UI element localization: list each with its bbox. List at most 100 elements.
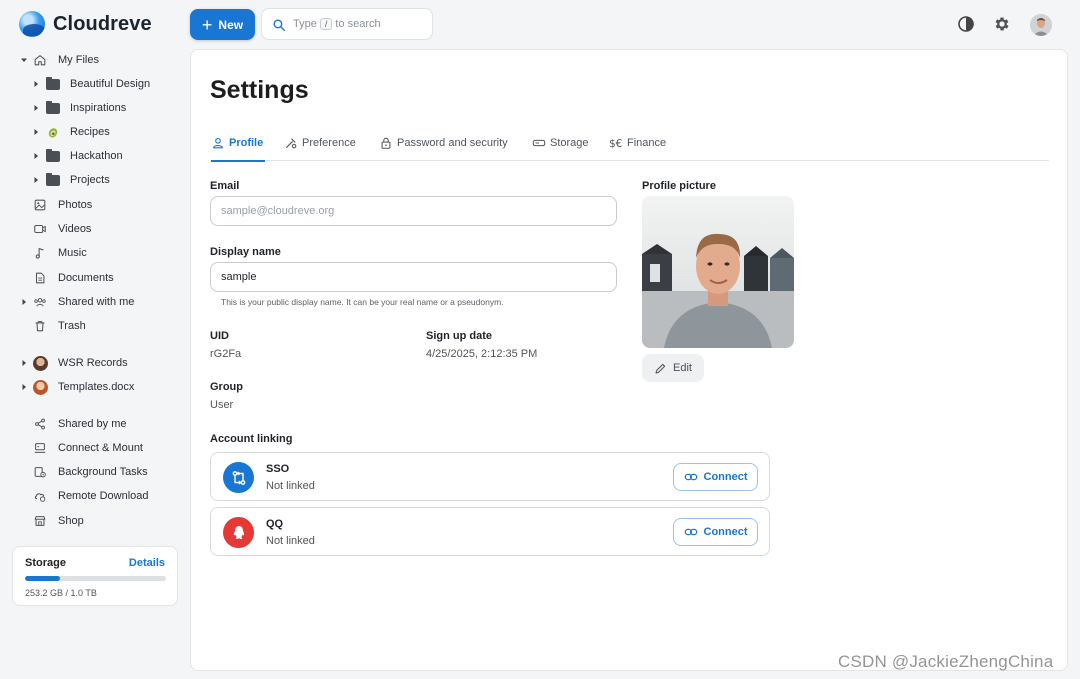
folder-icon <box>46 149 60 162</box>
settings-tabs: Profile Preference Password and security… <box>210 135 1049 162</box>
storage-title: Storage <box>25 557 66 569</box>
theme-toggle-icon[interactable] <box>957 15 975 33</box>
account-name: SSO <box>266 463 290 475</box>
chevron-right-icon[interactable] <box>31 127 41 137</box>
image-icon <box>34 199 46 211</box>
connect-icon <box>34 443 46 453</box>
sidebar-item-shared-with-me[interactable]: Shared with me <box>0 290 190 314</box>
pencil-icon <box>655 363 666 373</box>
user-avatar[interactable] <box>1030 14 1052 36</box>
sidebar-item-videos[interactable]: Videos <box>0 217 190 241</box>
linked-account-qq: QQ Not linked Connect <box>210 507 770 556</box>
signup-date-label: Sign up date <box>426 330 492 342</box>
uid-label: UID <box>210 330 229 342</box>
sidebar-item-label: Projects <box>70 174 110 186</box>
sidebar-item-label: Documents <box>58 272 114 284</box>
shop-icon <box>34 516 46 526</box>
tab-label: Password and security <box>397 137 508 149</box>
sidebar-item-trash[interactable]: Trash <box>0 314 190 338</box>
watermark: CSDN @JackieZhengChina <box>838 652 1054 671</box>
new-button[interactable]: + New <box>190 9 255 40</box>
sidebar-item-label: Inspirations <box>70 102 127 114</box>
sidebar-item-recipes[interactable]: Recipes <box>0 120 190 144</box>
account-status: Not linked <box>266 480 315 492</box>
chevron-down-icon[interactable] <box>19 55 29 65</box>
display-name-field[interactable] <box>210 262 617 292</box>
sidebar-item-label: Shared with me <box>58 296 135 308</box>
email-field[interactable] <box>210 196 617 226</box>
sidebar-item-label: Remote Download <box>58 490 149 502</box>
home-icon <box>34 55 46 66</box>
signup-date-value: 4/25/2025, 2:12:35 PM <box>426 348 538 360</box>
tab-storage[interactable]: Storage <box>532 137 589 161</box>
sidebar-item-wsr-records[interactable]: WSR Records <box>0 351 190 375</box>
sidebar-item-shop[interactable]: Shop <box>0 509 190 533</box>
music-icon <box>35 247 44 259</box>
gear-icon[interactable] <box>993 15 1011 33</box>
search-icon <box>273 19 285 31</box>
link-icon <box>684 473 697 481</box>
profile-photo-image <box>642 196 794 348</box>
sidebar-item-hackathon[interactable]: Hackathon <box>0 144 190 168</box>
page-title: Settings <box>210 76 309 104</box>
user-avatar-image <box>1030 14 1052 36</box>
sidebar-item-documents[interactable]: Documents <box>0 266 190 290</box>
storage-details-link[interactable]: Details <box>129 557 165 569</box>
chevron-right-icon[interactable] <box>31 175 41 185</box>
sidebar-item-shared-by-me[interactable]: Shared by me <box>0 412 190 436</box>
group-label: Group <box>210 381 243 393</box>
tasks-icon <box>34 467 46 478</box>
sidebar-item-remote-download[interactable]: Remote Download <box>0 484 190 508</box>
sidebar-item-label: My Files <box>58 54 99 66</box>
lock-icon <box>381 137 391 149</box>
edit-profile-picture-button[interactable]: Edit <box>642 354 704 382</box>
storage-progress-bar <box>25 576 166 581</box>
chevron-right-icon[interactable] <box>19 358 29 368</box>
tab-password-security[interactable]: Password and security <box>379 137 508 161</box>
tab-finance[interactable]: $€ Finance <box>609 137 666 161</box>
person-icon <box>213 137 223 149</box>
sidebar-item-background-tasks[interactable]: Background Tasks <box>0 460 190 484</box>
linked-account-sso: SSO Not linked Connect <box>210 452 770 501</box>
chevron-right-icon[interactable] <box>31 103 41 113</box>
avocado-icon <box>48 128 58 138</box>
tab-profile[interactable]: Profile <box>211 137 265 162</box>
tab-label: Profile <box>229 137 264 149</box>
folder-icon <box>46 173 60 186</box>
sidebar-item-label: Shop <box>58 515 84 527</box>
chevron-right-icon[interactable] <box>19 297 29 307</box>
tab-preference[interactable]: Preference <box>284 137 356 161</box>
sidebar-item-connect-mount[interactable]: Connect & Mount <box>0 436 190 460</box>
share-icon <box>35 418 45 430</box>
qq-penguin-icon <box>233 525 244 539</box>
avatar-icon <box>33 356 48 371</box>
search-shortcut-key: / <box>319 18 333 30</box>
search-placeholder: Type / to search <box>293 18 381 30</box>
edit-button-label: Edit <box>673 362 692 374</box>
chevron-right-icon[interactable] <box>31 79 41 89</box>
sidebar-item-inspirations[interactable]: Inspirations <box>0 96 190 120</box>
sso-swap-icon <box>232 470 245 485</box>
connect-sso-button[interactable]: Connect <box>673 463 758 491</box>
profile-picture <box>642 196 794 348</box>
account-name: QQ <box>266 518 284 530</box>
sidebar-item-music[interactable]: Music <box>0 241 190 265</box>
people-icon <box>34 298 46 307</box>
sidebar-item-label: Music <box>58 247 87 259</box>
sidebar-item-photos[interactable]: Photos <box>0 193 190 217</box>
folder-shared-icon <box>46 77 60 90</box>
sidebar-item-projects[interactable]: Projects <box>0 168 190 192</box>
storage-icon <box>532 139 546 147</box>
avatar-icon <box>33 380 48 395</box>
sidebar-item-label: Background Tasks <box>58 466 148 478</box>
cloudreve-logo-icon <box>19 11 45 37</box>
sidebar-item-my-files[interactable]: My Files <box>0 48 190 72</box>
chevron-right-icon[interactable] <box>19 382 29 392</box>
app-logo[interactable]: Cloudreve <box>19 11 152 37</box>
sidebar-item-label: Beautiful Design <box>70 78 151 90</box>
search-input[interactable]: Type / to search <box>261 8 433 40</box>
chevron-right-icon[interactable] <box>31 151 41 161</box>
sidebar-item-beautiful-design[interactable]: Beautiful Design <box>0 72 190 96</box>
connect-qq-button[interactable]: Connect <box>673 518 758 546</box>
sidebar-item-templates-docx[interactable]: Templates.docx <box>0 375 190 399</box>
